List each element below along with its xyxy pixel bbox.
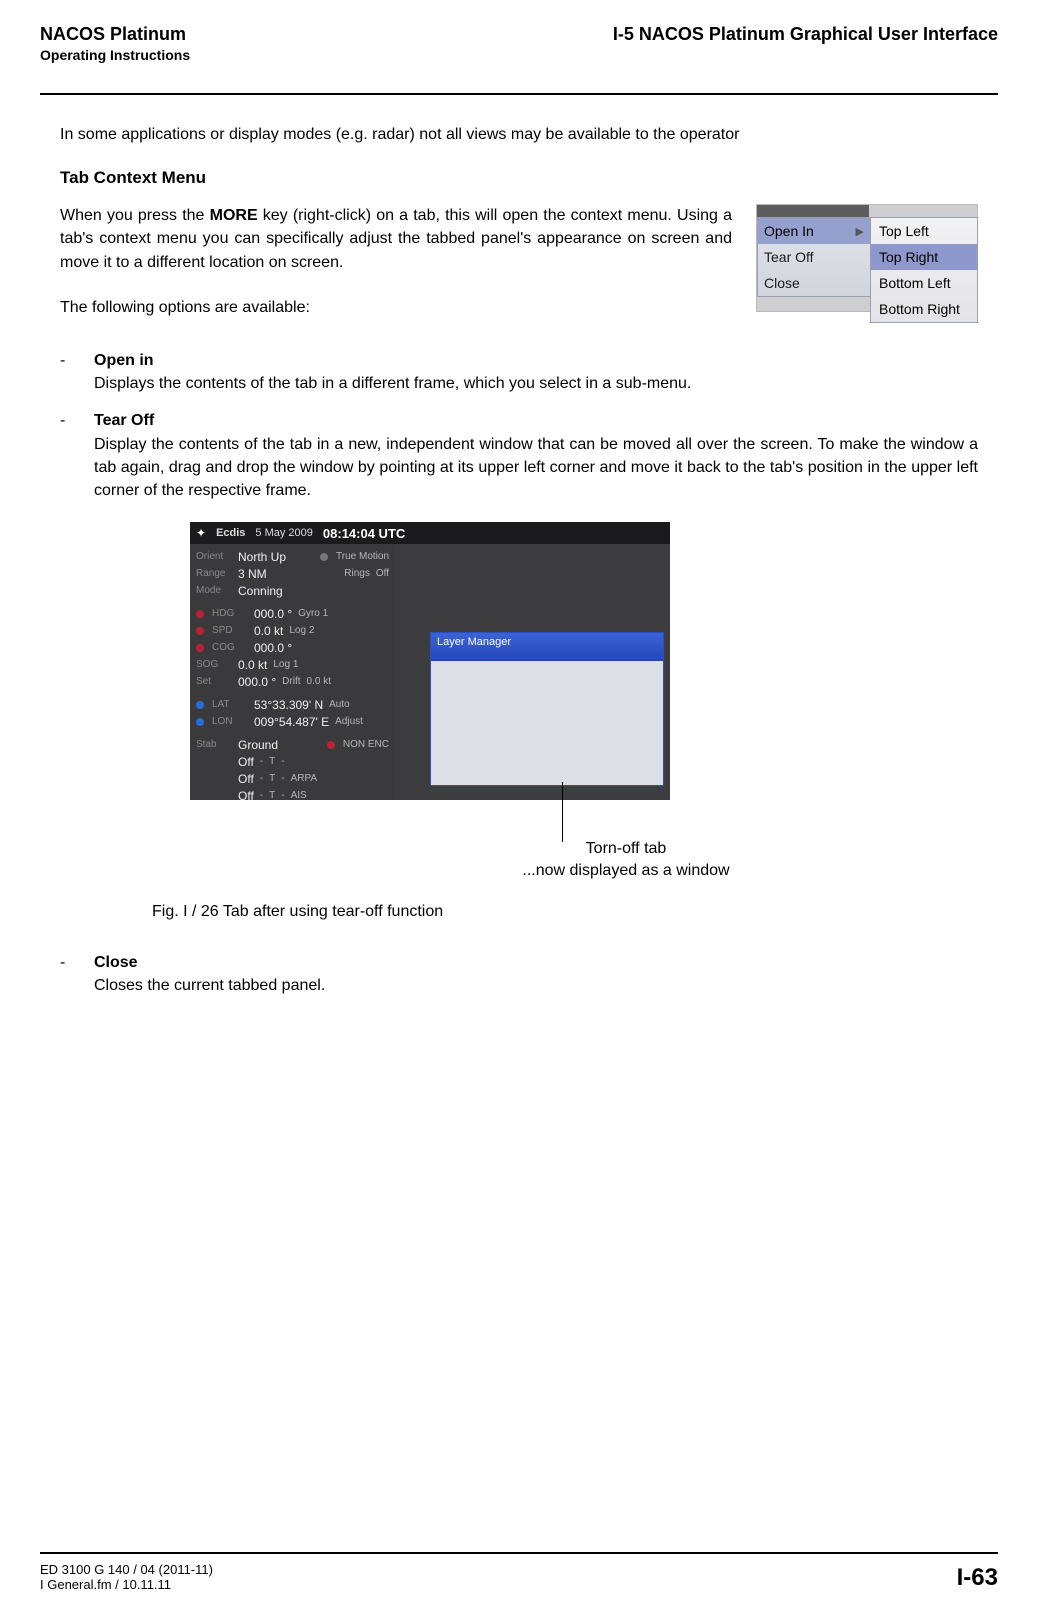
context-menu-screenshot: Open In▶ Tear Off Close Top Left Top Rig… [756, 204, 978, 312]
header-doc-type: Operating Instructions [40, 47, 190, 63]
page-number: I-63 [957, 1564, 998, 1592]
submenu-bottom-left[interactable]: Bottom Left [871, 270, 977, 296]
figure-tear-off: ✦ Ecdis 5 May 2009 08:14:04 UTC OrientNo… [190, 522, 978, 881]
option-open-in: - Open in Displays the contents of the t… [60, 349, 978, 395]
figure-caption: Fig. I / 26 Tab after using tear-off fun… [152, 903, 978, 921]
intro-paragraph: In some applications or display modes (e… [60, 123, 978, 146]
footer-doc-id: ED 3100 G 140 / 04 (2011-11) [40, 1562, 213, 1577]
option-close: - Close Closes the current tabbed panel. [60, 951, 978, 997]
torn-off-window-title: Layer Manager [431, 633, 663, 661]
header-rule [40, 93, 998, 95]
callout-line [562, 782, 563, 842]
section-title: Tab Context Menu [60, 168, 978, 188]
app-icon: ✦ [196, 526, 206, 540]
submenu-bottom-right[interactable]: Bottom Right [871, 296, 977, 322]
menu-item-tear-off[interactable]: Tear Off [758, 244, 870, 270]
app-name: Ecdis [216, 527, 245, 539]
submenu-arrow-icon: ▶ [856, 225, 864, 238]
menu-item-close[interactable]: Close [758, 270, 870, 296]
torn-off-window[interactable]: Layer Manager [430, 632, 664, 786]
ecdis-screenshot: ✦ Ecdis 5 May 2009 08:14:04 UTC OrientNo… [190, 522, 670, 800]
page-footer: ED 3100 G 140 / 04 (2011-11) I General.f… [40, 1544, 998, 1592]
header-chapter: I-5 NACOS Platinum Graphical User Interf… [613, 24, 998, 45]
submenu-top-left[interactable]: Top Left [871, 218, 977, 244]
options-lead-in: The following options are available: [60, 296, 732, 319]
option-tear-off: - Tear Off Display the contents of the t… [60, 409, 978, 502]
app-date: 5 May 2009 [255, 527, 312, 539]
submenu-top-right[interactable]: Top Right [871, 244, 977, 270]
menu-item-open-in[interactable]: Open In▶ [758, 218, 870, 244]
context-menu-paragraph: When you press the MORE key (right-click… [60, 204, 732, 274]
app-time: 08:14:04 UTC [323, 526, 405, 541]
page-header: NACOS Platinum Operating Instructions I-… [40, 24, 998, 63]
callout-text: Torn-off tab ...now displayed as a windo… [456, 838, 796, 881]
footer-file: I General.fm / 10.11.11 [40, 1577, 213, 1592]
header-product: NACOS Platinum [40, 24, 190, 45]
